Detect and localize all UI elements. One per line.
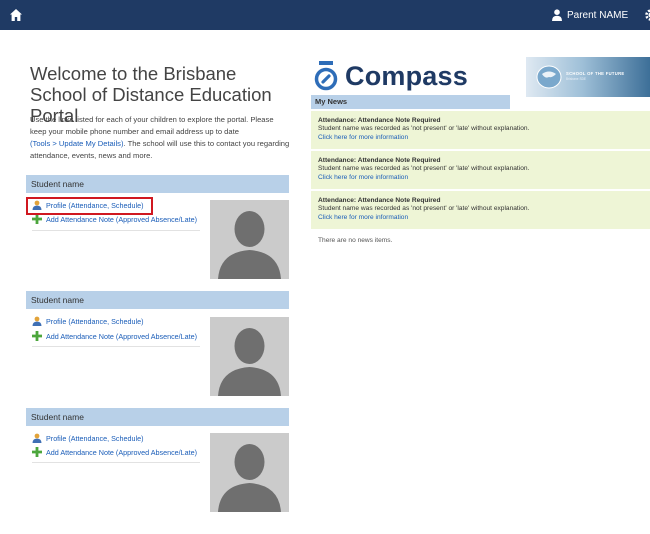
profile-icon	[32, 316, 42, 326]
profile-icon	[32, 433, 42, 443]
user-menu[interactable]: Parent NAME	[552, 7, 628, 23]
news-more-link[interactable]: Click here for more information	[318, 214, 650, 222]
news-title: Attendance: Attendance Note Required	[318, 197, 441, 204]
profile-link[interactable]: Profile (Attendance, Schedule)	[32, 315, 144, 327]
student-header: Student name	[26, 291, 289, 309]
my-news-header: My News	[311, 95, 510, 109]
profile-link[interactable]: Profile (Attendance, Schedule)	[32, 432, 144, 444]
news-item[interactable]: Attendance: Attendance Note Required Stu…	[311, 151, 650, 189]
add-attendance-note-link[interactable]: Add Attendance Note (Approved Absence/La…	[32, 330, 197, 342]
user-name[interactable]: Parent NAME	[567, 10, 628, 21]
profile-link-label[interactable]: Profile (Attendance, Schedule)	[46, 434, 144, 443]
news-body: Student name was recorded as 'not presen…	[318, 205, 530, 213]
news-title: Attendance: Attendance Note Required	[318, 157, 441, 164]
intro-text-1: Use the links listed for each of your ch…	[30, 115, 274, 136]
add-attendance-note-link[interactable]: Add Attendance Note (Approved Absence/La…	[32, 446, 197, 458]
intro-text: Use the links listed for each of your ch…	[30, 114, 292, 162]
globe-icon	[536, 65, 562, 89]
plus-icon	[32, 447, 42, 457]
divider	[32, 462, 200, 463]
home-icon[interactable]	[9, 8, 23, 22]
gear-icon[interactable]	[641, 7, 650, 23]
divider	[32, 346, 200, 347]
profile-link-label[interactable]: Profile (Attendance, Schedule)	[46, 317, 144, 326]
no-news-text: There are no news items.	[318, 237, 393, 244]
top-navigation-bar: Parent NAME	[0, 0, 650, 30]
news-item[interactable]: Attendance: Attendance Note Required Stu…	[311, 111, 650, 149]
news-body: Student name was recorded as 'not presen…	[318, 165, 530, 173]
compass-logo[interactable]: Compass	[314, 60, 468, 92]
banner-subtitle: Brisbane SDE	[566, 77, 587, 81]
plus-icon	[32, 331, 42, 341]
student-avatar	[210, 200, 289, 279]
profile-link-highlight	[26, 197, 153, 215]
news-more-link[interactable]: Click here for more information	[318, 174, 650, 182]
divider	[32, 230, 200, 231]
news-title: Attendance: Attendance Note Required	[318, 117, 441, 124]
student-header: Student name	[26, 408, 289, 426]
compass-logo-icon	[314, 61, 338, 91]
plus-icon	[32, 214, 42, 224]
student-avatar	[210, 433, 289, 512]
user-icon	[552, 9, 562, 21]
school-banner: SCHOOL OF THE FUTURE Brisbane SDE	[526, 57, 650, 97]
banner-title: SCHOOL OF THE FUTURE	[566, 71, 625, 76]
student-avatar	[210, 317, 289, 396]
student-header: Student name	[26, 175, 289, 193]
add-attendance-note-label[interactable]: Add Attendance Note (Approved Absence/La…	[46, 215, 197, 224]
add-attendance-note-label[interactable]: Add Attendance Note (Approved Absence/La…	[46, 448, 197, 457]
add-attendance-note-label[interactable]: Add Attendance Note (Approved Absence/La…	[46, 332, 197, 341]
compass-wordmark: Compass	[345, 60, 468, 91]
news-item[interactable]: Attendance: Attendance Note Required Stu…	[311, 191, 650, 229]
update-details-link[interactable]: (Tools > Update My Details)	[30, 139, 123, 148]
news-more-link[interactable]: Click here for more information	[318, 134, 650, 142]
news-body: Student name was recorded as 'not presen…	[318, 125, 530, 133]
